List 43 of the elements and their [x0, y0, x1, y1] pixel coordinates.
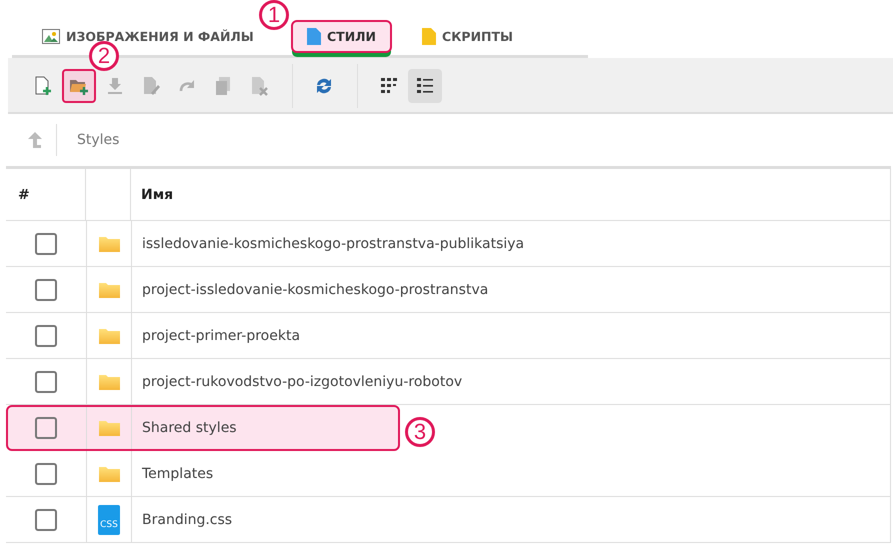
list-icon	[415, 76, 435, 96]
file-name[interactable]: project-primer-proekta	[142, 328, 300, 344]
delete-file-icon	[249, 76, 269, 96]
column-header: Имя	[141, 186, 174, 202]
folder-icon	[98, 282, 120, 298]
image-icon	[42, 28, 60, 44]
document-icon	[422, 28, 436, 44]
highlighted-row[interactable]: Shared styles	[6, 405, 400, 451]
file-name[interactable]: Shared styles	[142, 420, 237, 436]
checkbox[interactable]	[35, 324, 57, 346]
checkbox[interactable]	[35, 417, 57, 439]
new-file-icon	[33, 76, 53, 96]
tab[interactable]: СКРИПТЫ	[406, 20, 529, 52]
document-icon	[307, 28, 321, 44]
callout-badge: 2	[89, 41, 119, 71]
refresh-icon	[314, 76, 334, 96]
list-view-button[interactable]	[408, 69, 442, 103]
grid-icon	[379, 76, 399, 96]
file-name[interactable]: project-rukovodstvo-po-izgotovleniyu-robotov	[142, 374, 462, 390]
folder-icon	[98, 420, 120, 436]
breadcrumb-path: Styles	[77, 132, 120, 148]
download-icon	[105, 76, 125, 96]
checkbox[interactable]	[35, 462, 57, 484]
callout-badge: 1	[259, 0, 289, 30]
file-name[interactable]: Branding.css	[142, 512, 232, 528]
callout-badge: 3	[405, 417, 435, 447]
new-folder-button[interactable]	[62, 69, 96, 103]
folder-icon	[98, 236, 120, 252]
folder-icon	[98, 466, 120, 482]
edit-file-icon	[141, 76, 161, 96]
checkbox[interactable]	[35, 278, 57, 300]
checkbox[interactable]	[35, 370, 57, 392]
file-name[interactable]: project-issledovanie-kosmicheskogo-prostranstva	[142, 282, 488, 298]
folder-icon	[98, 328, 120, 344]
checkbox[interactable]	[35, 232, 57, 254]
tab[interactable]: ИЗОБРАЖЕНИЯ И ФАЙЛЫ	[12, 28, 254, 44]
checkbox[interactable]	[35, 508, 57, 530]
column-header: #	[18, 186, 30, 202]
copy-icon	[213, 76, 233, 96]
file-name[interactable]: issledovanie-kosmicheskogo-prostranstva-publikatsiya	[142, 236, 524, 252]
file-name[interactable]: Templates	[142, 466, 214, 482]
folder-icon	[98, 374, 120, 390]
css-file-icon: CSS	[98, 504, 120, 534]
